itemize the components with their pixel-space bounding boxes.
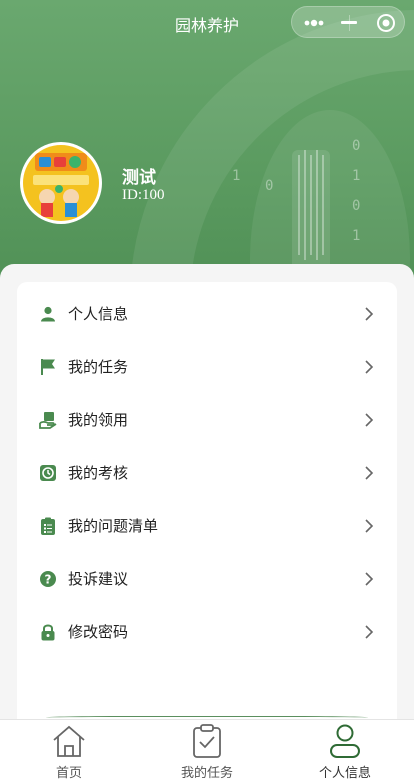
tab-home[interactable]: 首页 <box>0 720 138 780</box>
question-circle-icon: ? <box>39 570 57 588</box>
tab-my-tasks[interactable]: 我的任务 <box>138 720 276 780</box>
chevron-right-icon <box>365 624 374 639</box>
title-bar: 园林养护 <box>0 0 414 44</box>
user-name: 测试 <box>122 168 156 188</box>
lock-icon <box>39 623 57 641</box>
menu-item-my-issue-list[interactable]: 我的问题清单 <box>17 499 397 552</box>
menu-item-my-requisitions[interactable]: 我的领用 <box>17 393 397 446</box>
menu-item-complaints[interactable]: ? 投诉建议 <box>17 552 397 605</box>
chevron-right-icon <box>365 465 374 480</box>
more-dots-icon <box>304 19 324 27</box>
capsule-divider <box>349 15 350 31</box>
menu-item-change-password[interactable]: 修改密码 <box>17 605 397 658</box>
tab-personal-info[interactable]: 个人信息 <box>276 720 414 780</box>
person-icon <box>39 305 57 323</box>
svg-text:0: 0 <box>265 178 273 194</box>
menu-item-my-tasks[interactable]: 我的任务 <box>17 340 397 393</box>
menu-item-label: 个人信息 <box>68 305 129 323</box>
chevron-right-icon <box>365 306 374 321</box>
svg-text:0: 0 <box>352 138 360 154</box>
menu-item-label: 我的任务 <box>68 358 129 376</box>
tab-label: 我的任务 <box>180 766 233 780</box>
more-button[interactable] <box>296 7 332 39</box>
tab-label: 首页 <box>55 766 82 780</box>
svg-text:1: 1 <box>232 168 240 184</box>
close-miniprogram-button[interactable] <box>370 7 402 39</box>
svg-text:1: 1 <box>352 228 360 244</box>
home-icon <box>53 725 85 757</box>
clipboard-check-icon <box>193 724 221 758</box>
menu-item-personal-info[interactable]: 个人信息 <box>17 287 397 340</box>
clipboard-list-icon <box>39 517 57 535</box>
hand-box-icon <box>39 411 57 429</box>
menu-item-label: 投诉建议 <box>68 570 129 588</box>
clock-icon <box>39 464 57 482</box>
target-circle-icon <box>377 14 395 32</box>
chevron-right-icon <box>365 359 374 374</box>
chevron-right-icon <box>365 571 374 586</box>
avatar[interactable] <box>20 142 102 224</box>
menu-item-label: 我的问题清单 <box>68 517 159 535</box>
menu-item-label: 修改密码 <box>68 623 129 641</box>
chevron-right-icon <box>365 412 374 427</box>
menu-item-label: 我的领用 <box>68 411 129 429</box>
svg-text:1: 1 <box>352 168 360 184</box>
chevron-right-icon <box>365 518 374 533</box>
svg-text:0: 0 <box>352 198 360 214</box>
tab-label: 个人信息 <box>318 766 371 780</box>
svg-text:?: ? <box>45 572 52 586</box>
mini-program-capsule <box>291 6 405 38</box>
person-outline-icon <box>330 724 360 758</box>
menu-item-my-assessment[interactable]: 我的考核 <box>17 446 397 499</box>
flag-icon <box>39 358 57 376</box>
menu-item-label: 我的考核 <box>68 464 129 482</box>
user-id: ID:100 <box>122 187 165 203</box>
avatar-image <box>23 145 99 221</box>
bottom-tab-bar: 首页 我的任务 个人信息 <box>0 719 414 780</box>
